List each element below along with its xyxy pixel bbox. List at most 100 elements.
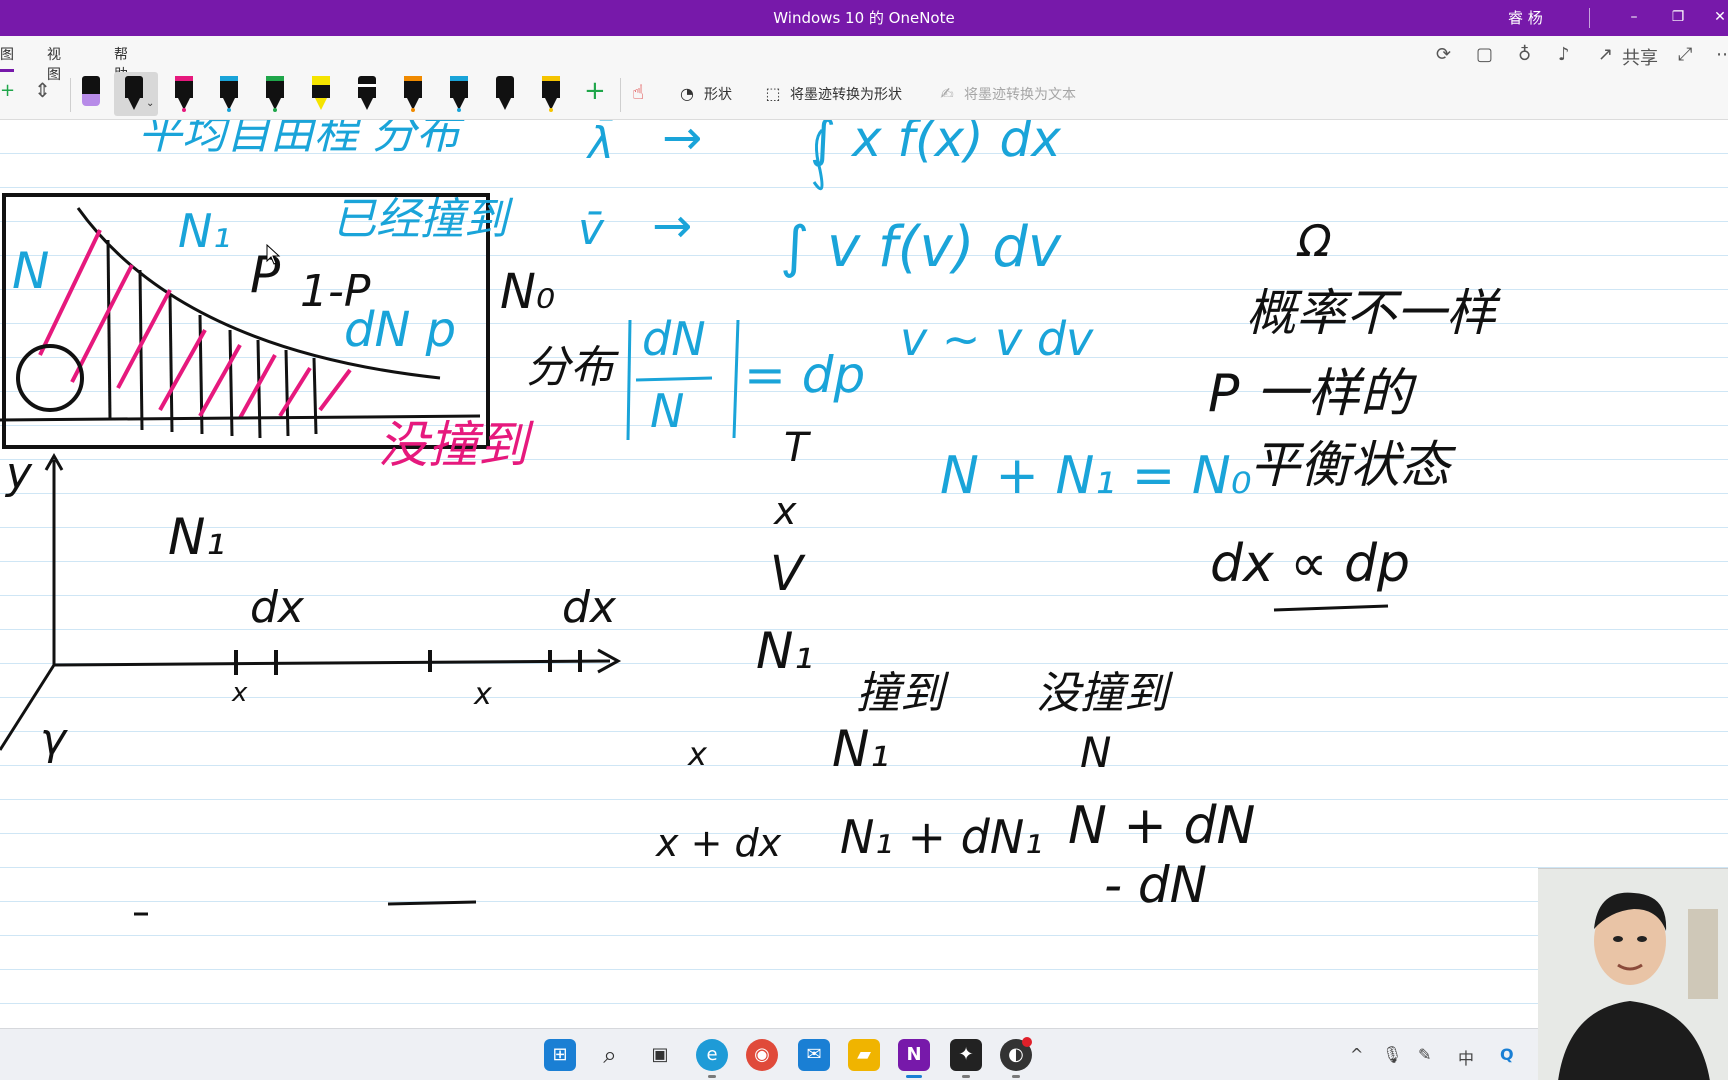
pen-tool-4[interactable] (209, 72, 249, 116)
webcam-person (1538, 869, 1728, 1080)
notebook-icon[interactable]: ▢ (1476, 44, 1493, 65)
arrow-right: → (662, 120, 703, 166)
app-running-indicator (1012, 1075, 1020, 1078)
ink-to-shape-button[interactable]: ⬚ 将墨迹转换为形状 (762, 82, 902, 106)
taskbar: ⊞ ⌕ ▣ e ◉ ✉ ▰ N ✦ ◐ ^ 🎙 ✎ 中 Q (0, 1028, 1728, 1080)
pen-tool-2[interactable]: ⌄ (114, 72, 158, 116)
ink-to-shape-label: 将墨迹转换为形状 (790, 87, 902, 103)
ime-icon[interactable]: 中 (1458, 1045, 1474, 1069)
chevron-up-icon[interactable]: ^ (1350, 1045, 1363, 1064)
expand-icon[interactable]: ⤢ (1678, 44, 1692, 65)
n1-box: N₁ (178, 204, 231, 258)
row1-x: x (688, 735, 707, 773)
v-range: v ~ v dv (900, 312, 1094, 366)
webcam-overlay (1538, 868, 1728, 1080)
one-minus-p: 1-P (300, 266, 371, 317)
frac-top: dN (642, 312, 706, 366)
note-canvas[interactable]: 平均自由程 分布 λ̄ → ∫ x f(x) dx v̄ → ∫ v f(v) … (0, 120, 1728, 1028)
equilibrium: 平衡状态 (1250, 436, 1450, 494)
header-collided: 撞到 (856, 668, 944, 719)
app-running-indicator (962, 1075, 970, 1078)
row3-n: - dN (1104, 856, 1208, 914)
shape-label: 形状 (704, 87, 732, 103)
onenote-icon[interactable]: N (898, 1039, 930, 1071)
pen-color-band (82, 76, 100, 81)
x-axis (53, 659, 611, 667)
highlighter-tip (82, 94, 100, 106)
app-icon[interactable]: ✦ (950, 1039, 982, 1071)
microphone-icon[interactable]: 🎙 (1382, 1045, 1402, 1064)
search-icon[interactable]: ⌕ (594, 1039, 626, 1071)
note-title: 平均自由程 分布 (138, 120, 460, 159)
fenbu-label: 分布 (526, 342, 614, 393)
add-pen-button[interactable]: + (584, 76, 606, 106)
start-icon[interactable]: ⊞ (544, 1039, 576, 1071)
share-button[interactable]: 共享 (1622, 44, 1658, 70)
dx-prop-dp: dx ∝ dp (1210, 534, 1411, 594)
highlighter-yellow[interactable] (301, 72, 341, 116)
pen-icon[interactable]: ✎ (1418, 1045, 1431, 1064)
pen-tool-orange[interactable] (393, 72, 433, 116)
pen-tool-3[interactable] (164, 72, 204, 116)
frac-bottom: N (650, 384, 685, 438)
dx-left: dx (250, 582, 304, 633)
ink-to-text-icon: ✍ (940, 84, 954, 103)
x-label: x (774, 489, 797, 533)
row1-n1: N₁ (832, 720, 890, 778)
ribbon: 图 视图 帮助 ⟳ ▢ ♁ ♪ ↗ 共享 ⤢ ⋯ + ⇕ ⌄ (0, 36, 1728, 120)
ink-to-text-button[interactable]: ✍ 将墨迹转换为文本 (936, 82, 1076, 106)
v-bar: v̄ (578, 204, 605, 255)
chevron-down-icon[interactable]: ⌄ (146, 98, 154, 109)
gamma-label: γ (40, 714, 67, 765)
chrome-icon[interactable]: ◉ (746, 1039, 778, 1071)
touch-draw-icon[interactable]: ☝ (632, 80, 644, 104)
not-collided-pink: 没撞到 (378, 416, 528, 474)
share-icon[interactable]: ↗ (1598, 44, 1613, 65)
pink-hatching (38, 229, 352, 419)
arrow-right: → (652, 198, 693, 254)
task-view-icon[interactable]: ▣ (644, 1039, 676, 1071)
eq-dp: = dp (744, 346, 866, 404)
q-icon[interactable]: Q (1500, 1045, 1514, 1064)
lasso-add-icon[interactable]: + (0, 80, 15, 101)
pen-tool-1[interactable] (71, 72, 111, 116)
row2-n: N + dN (1068, 796, 1256, 856)
ink-to-shape-icon: ⬚ (765, 84, 781, 103)
insert-space-icon[interactable]: ⇕ (34, 78, 51, 102)
lightbulb-icon[interactable]: ♁ (1518, 44, 1531, 65)
shape-button[interactable]: ◔ 形状 (676, 82, 732, 106)
dx-right: dx (562, 582, 616, 633)
minimize-button[interactable]: – (1614, 0, 1654, 36)
row2-n1: N₁ + dN₁ (840, 810, 1043, 864)
t-label: T (784, 425, 809, 471)
restore-button[interactable]: ❐ (1658, 0, 1698, 36)
x-tick-right: x (474, 677, 492, 712)
integral-v: ∫ v f(v) dv (780, 215, 1061, 280)
x-tick-left: x (232, 678, 248, 708)
pen-tool-black[interactable] (485, 72, 525, 116)
mouse-cursor-icon (266, 244, 281, 265)
user-name[interactable]: 睿 杨 (1508, 0, 1543, 36)
tab-draw[interactable]: 图 (0, 44, 14, 72)
n1-graph: N₁ (168, 508, 226, 566)
edge-icon[interactable]: e (696, 1039, 728, 1071)
header-not-collided: 没撞到 (1036, 668, 1168, 719)
explorer-icon[interactable]: ▰ (848, 1039, 880, 1071)
y-axis-label: y (6, 448, 33, 499)
n-box: N (12, 242, 50, 300)
window-title: Windows 10 的 OneNote (773, 9, 955, 27)
sync-icon[interactable]: ⟳ (1436, 44, 1451, 65)
pen-tool-gold[interactable] (531, 72, 571, 116)
pen-tool-blue[interactable] (439, 72, 479, 116)
mail-icon[interactable]: ✉ (798, 1039, 830, 1071)
pen-tool-5[interactable] (255, 72, 295, 116)
v-label: V (770, 546, 803, 602)
integral-x: ∫ x f(x) dx (810, 120, 1061, 168)
more-icon[interactable]: ⋯ (1716, 44, 1728, 65)
shape-icon: ◔ (680, 84, 694, 103)
bell-icon[interactable]: ♪ (1558, 44, 1570, 65)
n0-label: N₀ (500, 264, 556, 320)
close-button[interactable]: ✕ (1700, 0, 1728, 36)
pen-tool-pattern[interactable] (347, 72, 387, 116)
app-running-indicator (708, 1075, 716, 1078)
